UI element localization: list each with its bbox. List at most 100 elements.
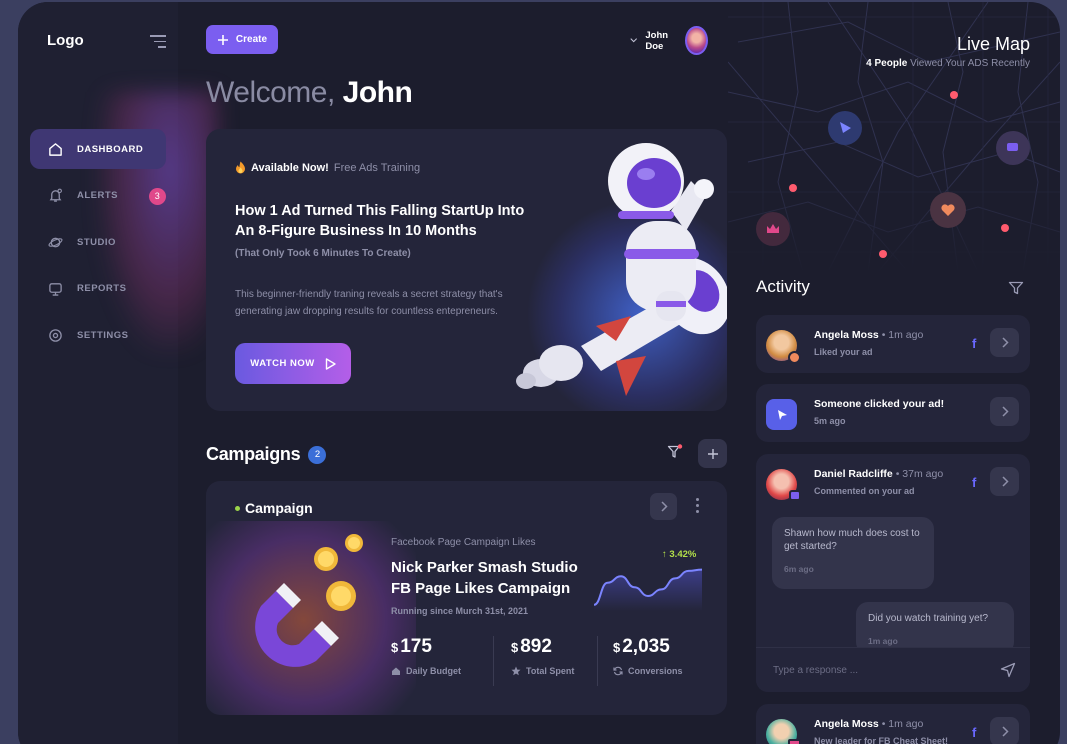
logo: Logo: [47, 32, 84, 49]
comment-icon: [789, 490, 801, 501]
activity-open-button[interactable]: [990, 397, 1019, 426]
campaigns-title-text: Campaigns: [206, 444, 301, 464]
activity-time: • 1m ago: [881, 329, 924, 341]
menu-icon[interactable]: [150, 35, 166, 48]
user-menu[interactable]: John Doe: [630, 26, 708, 55]
chat-message-incoming: Shawn how much does cost to get started?…: [772, 517, 934, 589]
currency-symbol: $: [391, 640, 399, 655]
map-subtitle: 4 People Viewed Your ADS Recently: [866, 58, 1030, 69]
campaigns-filter-button[interactable]: [662, 439, 688, 465]
hero-subtitle: (That Only Took 6 Minutes To Create): [235, 248, 411, 259]
available-label: Available Now!: [251, 161, 329, 174]
activity-user: Daniel Radcliffe: [814, 468, 893, 480]
map-people-count: 4 People: [866, 58, 908, 69]
chat-text: Did you watch training yet?: [868, 613, 989, 624]
user-avatar[interactable]: [685, 26, 708, 55]
send-icon[interactable]: [1000, 662, 1016, 678]
map-pin[interactable]: [950, 91, 958, 99]
chat-time: 6m ago: [784, 564, 814, 574]
star-icon: [511, 666, 521, 676]
create-button-label: Create: [235, 34, 268, 45]
sidebar-item-label: STUDIO: [77, 236, 116, 248]
stat-label: Conversions: [628, 666, 683, 676]
sidebar-item-settings[interactable]: SETTINGS: [30, 315, 166, 355]
home-icon: [392, 667, 400, 675]
activity-action: Liked your ad: [814, 347, 873, 357]
activity-title: Activity: [756, 277, 810, 296]
alerts-count-badge: 3: [149, 187, 166, 205]
activity-name: Someone clicked your ad!: [814, 398, 944, 410]
chevron-right-icon: [1001, 476, 1009, 487]
sidebar-item-reports[interactable]: REPORTS: [30, 269, 166, 309]
activity-user: Someone clicked your ad!: [814, 398, 945, 410]
facebook-icon: f: [972, 725, 977, 740]
stat-divider: [493, 636, 494, 686]
activity-time: • 1m ago: [881, 718, 924, 730]
add-campaign-button[interactable]: [698, 439, 727, 468]
watch-now-label: WATCH NOW: [250, 358, 315, 369]
plus-icon: [217, 34, 228, 45]
hero-title: How 1 Ad Turned This Falling StartUp Int…: [235, 203, 525, 239]
stat-label: Daily Budget: [406, 666, 462, 676]
campaign-card: Campaign Facebook Page Campaign Likes Ni…: [206, 481, 727, 715]
campaign-label: Campaign: [235, 500, 313, 516]
stat-label: Total Spent: [526, 666, 575, 676]
user-name: John Doe: [645, 29, 669, 52]
facebook-icon: f: [972, 336, 977, 351]
campaigns-count-badge: 2: [308, 445, 327, 464]
watch-now-button[interactable]: WATCH NOW: [235, 343, 351, 384]
chat-text: Shawn how much does cost to get started?: [784, 528, 920, 552]
activity-action: Commented on your ad: [814, 486, 915, 496]
stat-value: 175: [400, 636, 432, 657]
activity-user: Angela Moss: [814, 718, 879, 730]
campaign-next-button[interactable]: [650, 493, 677, 520]
sparkline-area: [594, 569, 702, 611]
activity-action: 5m ago: [814, 416, 846, 426]
available-now-line: Available Now! Free Ads Training: [235, 161, 420, 174]
hero-card: Available Now! Free Ads Training How 1 A…: [206, 129, 727, 411]
more-options-icon[interactable]: [692, 498, 702, 514]
sidebar-item-alerts[interactable]: ALERTS 3: [30, 176, 166, 216]
settings-icon: [48, 328, 63, 343]
astronaut-rocket-illustration: [516, 143, 727, 396]
reports-icon: [48, 281, 63, 296]
sidebar-nav: DASHBOARD ALERTS 3 STUDIO REPORTS SETTIN…: [30, 129, 166, 362]
refresh-icon: [613, 666, 623, 676]
activity-name: Angela Moss • 1m ago: [814, 718, 923, 730]
available-sub: Free Ads Training: [333, 161, 421, 174]
magnet-coins-illustration: [255, 534, 363, 667]
currency-symbol: $: [613, 640, 621, 655]
plus-icon: [707, 448, 718, 459]
sidebar-item-label: REPORTS: [77, 283, 127, 294]
currency-symbol: $: [511, 640, 519, 655]
sidebar-item-dashboard[interactable]: DASHBOARD: [30, 129, 166, 169]
sidebar-item-studio[interactable]: STUDIO: [30, 222, 166, 262]
filter-icon[interactable]: [1008, 280, 1024, 296]
trend-sparkline: [594, 568, 702, 611]
stat-value: 2,035: [622, 636, 670, 657]
status-dot: [235, 505, 240, 511]
activity-open-button[interactable]: [990, 467, 1019, 496]
hero-description: This beginner-friendly traning reveals a…: [235, 289, 503, 317]
activity-open-button[interactable]: [990, 328, 1019, 357]
stat-daily-budget: $175 Daily Budget: [391, 636, 461, 686]
heart-icon: [788, 351, 801, 364]
map-pin[interactable]: [1001, 224, 1009, 232]
stat-value: 892: [520, 636, 552, 657]
activity-open-button[interactable]: [990, 717, 1019, 744]
reply-field[interactable]: Type a response ...: [756, 647, 1030, 692]
activity-user: Angela Moss: [814, 329, 879, 341]
page-title: Welcome, John: [206, 76, 413, 110]
map-pin[interactable]: [879, 250, 887, 258]
sidebar-item-label: DASHBOARD: [77, 143, 144, 155]
campaign-title: Nick Parker Smash Studio FB Page Likes C…: [391, 559, 578, 597]
campaign-category: Facebook Page Campaign Likes: [391, 537, 536, 548]
campaign-label-text: Campaign: [245, 500, 313, 516]
home-icon: [48, 142, 63, 157]
crown-icon: [788, 739, 801, 744]
map-pin[interactable]: [789, 184, 797, 192]
chevron-right-icon: [1001, 726, 1009, 737]
cursor-icon: [766, 399, 797, 430]
create-button[interactable]: Create: [206, 25, 278, 54]
map-sub-text: Viewed Your ADS Recently: [910, 58, 1030, 69]
